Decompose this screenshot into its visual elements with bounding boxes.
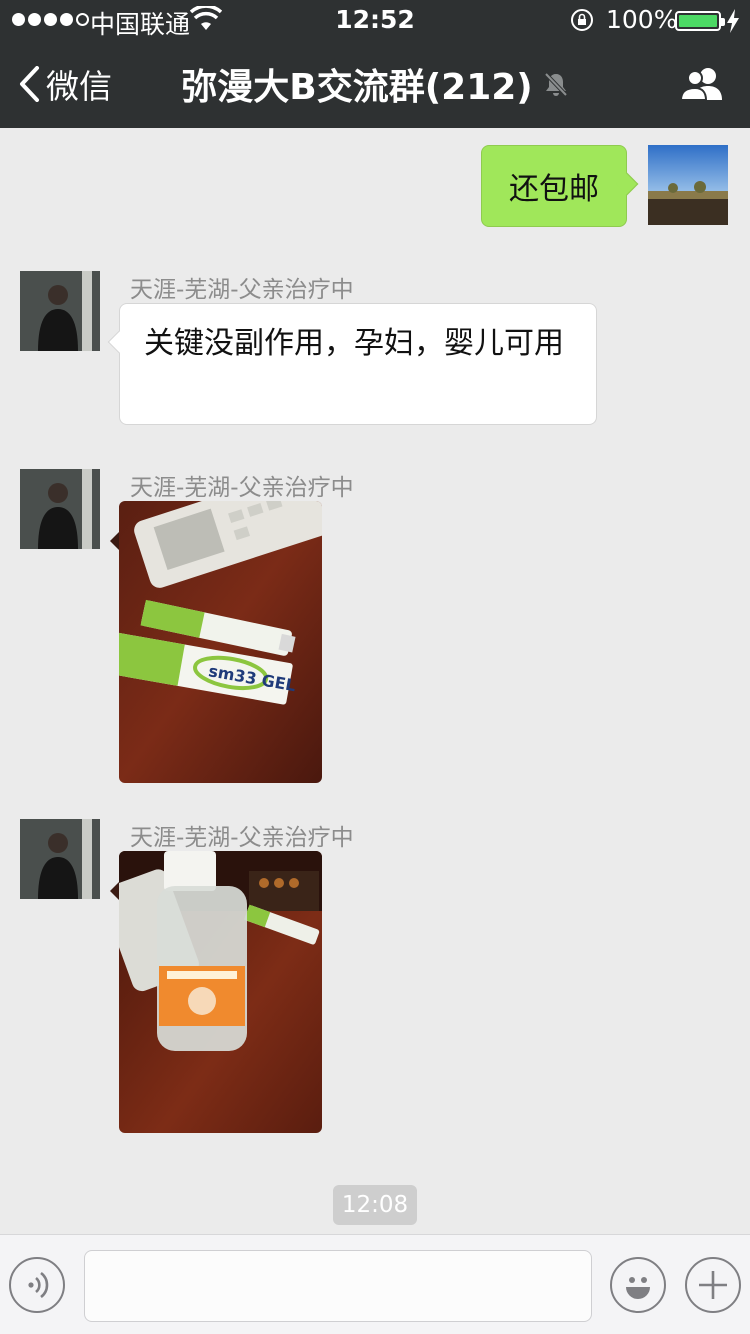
incoming-image-message[interactable] xyxy=(119,851,322,1133)
incoming-message-bubble[interactable]: 关键没副作用，孕妇，婴儿可用 xyxy=(107,303,597,425)
group-members-icon[interactable] xyxy=(678,66,726,102)
incoming-image-message[interactable]: sm33 GEL xyxy=(119,501,322,783)
input-bar xyxy=(0,1234,750,1334)
sender-avatar[interactable] xyxy=(20,819,100,899)
message-timestamp: 12:08 xyxy=(333,1185,417,1225)
status-bar: 中国联通 12:52 100% xyxy=(0,0,750,40)
message-input[interactable] xyxy=(84,1250,592,1322)
chat-area[interactable]: 还包邮 天涯-芜湖-父亲治疗中 关键没副作用，孕妇，婴儿可用 天涯-芜湖-父亲治… xyxy=(0,128,750,1234)
my-avatar[interactable] xyxy=(648,145,728,225)
sender-name: 天涯-芜湖-父亲治疗中 xyxy=(130,475,354,501)
message-text: 关键没副作用，孕妇，婴儿可用 xyxy=(144,326,564,361)
more-button[interactable] xyxy=(685,1257,741,1313)
voice-button[interactable] xyxy=(9,1257,65,1313)
battery-icon xyxy=(675,11,725,31)
navigation-bar: 微信 弥漫大B交流群(212) xyxy=(0,40,750,128)
charging-icon xyxy=(727,9,739,33)
emoji-button[interactable] xyxy=(610,1257,666,1313)
sender-avatar[interactable] xyxy=(20,271,100,351)
top-bar: 中国联通 12:52 100% 微信 弥漫大B交流群(212) xyxy=(0,0,750,128)
orientation-lock-icon xyxy=(571,9,593,31)
mute-icon xyxy=(544,72,568,97)
chat-title-area: 弥漫大B交流群(212) xyxy=(0,40,750,128)
outgoing-message-bubble[interactable]: 还包邮 xyxy=(481,145,639,227)
message-text: 还包邮 xyxy=(509,172,599,207)
plus-icon xyxy=(699,1271,727,1299)
emoji-icon xyxy=(626,1277,650,1299)
chat-title: 弥漫大B交流群(212) xyxy=(181,67,533,108)
sender-name: 天涯-芜湖-父亲治疗中 xyxy=(130,277,354,303)
battery-percent: 100% xyxy=(606,5,678,34)
voice-icon xyxy=(28,1271,49,1299)
sender-avatar[interactable] xyxy=(20,469,100,549)
sender-name: 天涯-芜湖-父亲治疗中 xyxy=(130,825,354,851)
